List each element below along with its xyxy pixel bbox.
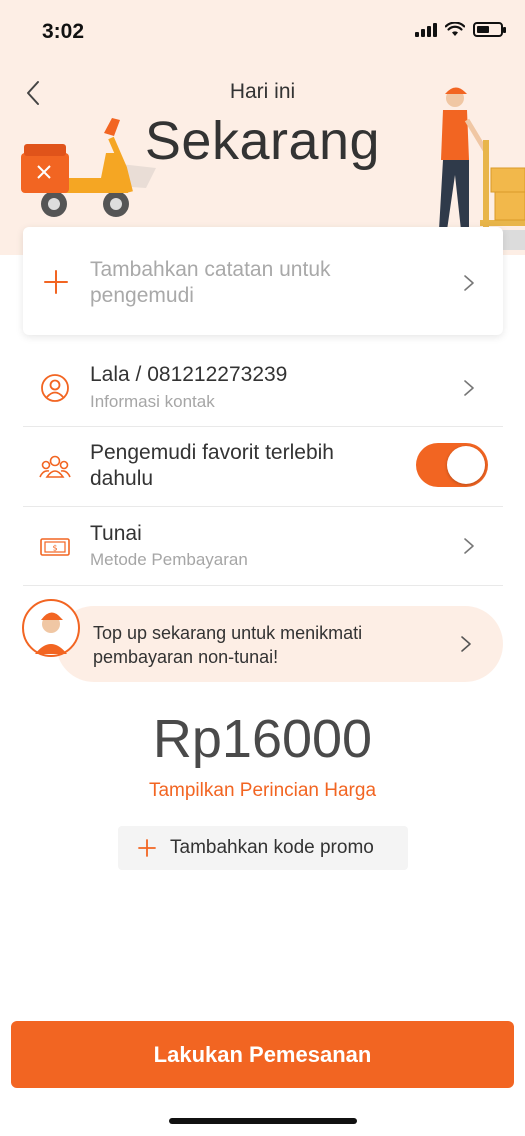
scooter-illustration	[21, 118, 156, 217]
place-order-button[interactable]: Lakukan Pemesanan	[11, 1021, 514, 1088]
plus-icon	[44, 270, 68, 294]
group-icon	[39, 455, 71, 478]
favorite-driver-label: Pengemudi favorit terlebih dahulu	[90, 441, 334, 490]
person-icon	[41, 374, 69, 402]
cash-icon: $	[40, 538, 70, 556]
contact-subtitle: Informasi kontak	[90, 392, 215, 411]
contact-info-row[interactable]: Lala / 081212273239 Informasi kontak	[23, 350, 503, 426]
svg-text:$: $	[52, 544, 57, 553]
topup-banner-text: Top up sekarang untuk menikmati pembayar…	[93, 623, 363, 667]
toggle-knob	[447, 446, 485, 484]
contact-name: Lala / 081212273239	[90, 363, 288, 386]
driver-note-placeholder: Tambahkan catatan untuk pengemudi	[90, 258, 331, 307]
status-time: 3:02	[42, 20, 85, 43]
payment-method-title: Tunai	[90, 522, 142, 545]
chevron-right-icon	[464, 380, 474, 396]
home-indicator	[169, 1118, 357, 1124]
wifi-icon	[445, 22, 465, 36]
add-promo-code-label: Tambahkan kode promo	[170, 837, 374, 858]
add-promo-code-button[interactable]: Tambahkan kode promo	[118, 826, 408, 870]
chevron-right-icon	[464, 275, 474, 291]
battery-icon	[473, 22, 506, 37]
payment-method-subtitle: Metode Pembayaran	[90, 550, 248, 569]
chevron-right-icon	[461, 636, 471, 652]
courier-avatar	[22, 599, 80, 657]
payment-method-row[interactable]: $ Tunai Metode Pembayaran	[23, 507, 503, 585]
plus-icon	[138, 839, 156, 857]
driver-note-card[interactable]: Tambahkan catatan untuk pengemudi	[23, 227, 503, 335]
price-details-link[interactable]: Tampilkan Perincian Harga	[0, 780, 525, 802]
favorite-driver-toggle[interactable]	[416, 443, 488, 487]
chevron-right-icon	[464, 538, 474, 554]
favorite-driver-row: Pengemudi favorit terlebih dahulu	[23, 427, 503, 506]
price-amount: Rp16000	[152, 709, 373, 769]
signal-icon	[415, 22, 437, 37]
divider	[23, 585, 503, 586]
status-icons	[415, 22, 506, 37]
topup-banner[interactable]: Top up sekarang untuk menikmati pembayar…	[56, 606, 503, 682]
